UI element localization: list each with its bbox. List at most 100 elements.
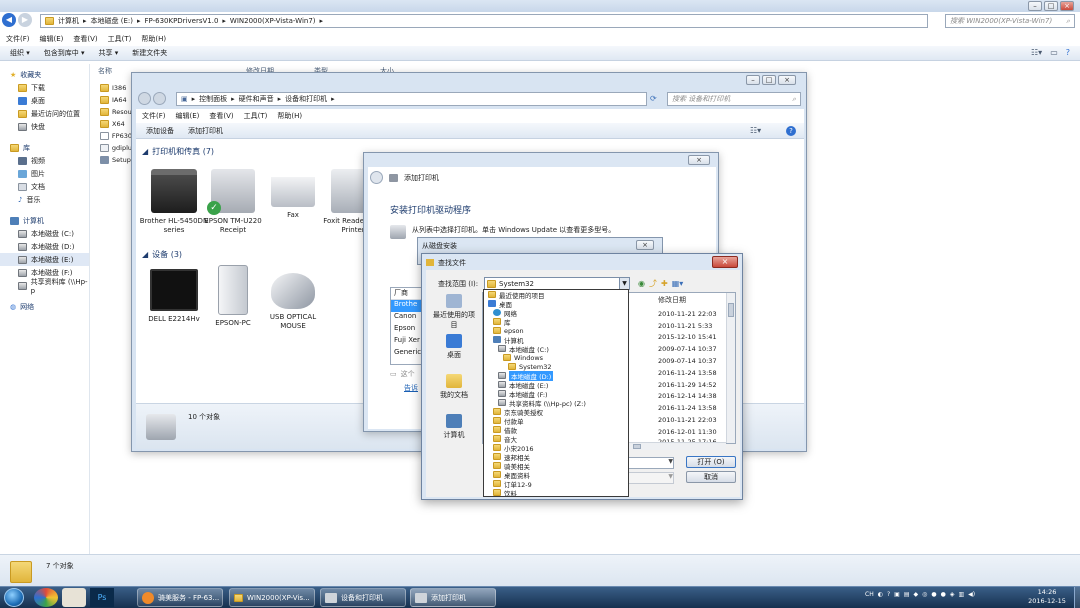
place-my-documents[interactable]: 我的文档 <box>430 374 478 408</box>
help-icon[interactable]: ? <box>887 591 890 598</box>
device-usb-mouse[interactable]: USB OPTICAL MOUSE <box>258 273 328 331</box>
lookin-option[interactable]: Windows <box>484 353 628 362</box>
taskbar-button-2[interactable]: WIN2000(XP-Vis... <box>229 588 315 607</box>
menu-tools[interactable]: 工具(T) <box>108 34 132 44</box>
lookin-option[interactable]: 饮料 <box>484 488 628 496</box>
up-folder-icon[interactable]: ⤴ <box>649 278 657 289</box>
menu-view[interactable]: 查看(V) <box>73 34 97 44</box>
forward-button-icon[interactable]: ▶ <box>18 13 32 27</box>
filename-input[interactable]: ▼ <box>622 457 674 469</box>
nav-drive-c[interactable]: 本地磁盘 (C:) <box>0 227 89 240</box>
menu-file[interactable]: 文件(F) <box>6 34 30 44</box>
devices-address-bar[interactable]: ▣ ▸ 控制面板 ▸ 硬件和声音 ▸ 设备和打印机 ▸ <box>176 92 647 106</box>
new-folder-icon[interactable]: ✚ <box>661 279 668 288</box>
organize-button[interactable]: 组织 ▾ <box>10 48 30 58</box>
back-button-icon[interactable] <box>138 92 151 105</box>
app-icon-camera[interactable] <box>62 588 86 607</box>
breadcrumb-2[interactable]: 本地磁盘 (E:) <box>91 16 133 26</box>
file-row[interactable]: I386 <box>100 82 132 94</box>
tray-icon[interactable]: ◎ <box>922 591 927 598</box>
breadcrumb-1[interactable]: 控制面板 <box>199 94 227 104</box>
taskbar-button-3[interactable]: 设备和打印机 <box>320 588 406 607</box>
close-button[interactable]: × <box>778 75 796 85</box>
lookin-option[interactable]: System32 <box>484 362 628 371</box>
lookin-option[interactable]: 本地磁盘 (D:) <box>484 370 628 381</box>
lookin-option[interactable]: 本地磁盘 (E:) <box>484 380 628 390</box>
tray-icon[interactable]: ● <box>931 591 936 598</box>
nav-downloads[interactable]: 下载 <box>0 81 89 94</box>
nav-favorites[interactable]: ★ 收藏夹 <box>0 68 89 81</box>
include-library-button[interactable]: 包含到库中 ▾ <box>44 48 85 58</box>
place-recent[interactable]: 最近使用的项目 <box>430 294 478 329</box>
maximize-button[interactable]: □ <box>1044 1 1058 11</box>
nav-desktop[interactable]: 桌面 <box>0 94 89 107</box>
network-icon[interactable]: ▥ <box>958 591 964 598</box>
manufacturer-item[interactable]: Epson <box>391 324 421 336</box>
tray-icon[interactable]: ◈ <box>950 591 955 598</box>
breadcrumb-2[interactable]: 硬件和声音 <box>239 94 274 104</box>
nav-drive-e[interactable]: 本地磁盘 (E:) <box>0 253 89 266</box>
language-indicator[interactable]: CH <box>865 591 874 598</box>
manufacturer-item[interactable]: Generic <box>391 348 421 360</box>
why-signing-link[interactable]: 告诉 <box>404 383 418 393</box>
forward-button-icon[interactable] <box>153 92 166 105</box>
filetype-select[interactable]: ▼ <box>622 472 674 484</box>
photoshop-icon[interactable]: Ps <box>90 588 114 607</box>
nav-videos[interactable]: 视频 <box>0 154 89 167</box>
explorer-address-bar[interactable]: 计算机 ▸ 本地磁盘 (E:) ▸ FP-630KPDriversV1.0 ▸ WIN… <box>40 14 928 28</box>
nav-drive-d[interactable]: 本地磁盘 (D:) <box>0 240 89 253</box>
file-row[interactable]: FP630 <box>100 130 132 142</box>
lookin-option[interactable]: 本地磁盘 (C:) <box>484 344 628 354</box>
menu-file[interactable]: 文件(F) <box>142 111 166 121</box>
nav-recent[interactable]: 最近访问的位置 <box>0 107 89 120</box>
back-button-icon[interactable] <box>370 171 383 184</box>
vertical-scrollbar[interactable] <box>726 293 735 443</box>
view-options-icon[interactable]: ☷▾ <box>1031 48 1042 57</box>
minimize-button[interactable]: – <box>746 75 760 85</box>
nav-network-share[interactable]: 共享资料库 (\\Hp-p <box>0 278 89 295</box>
menu-edit[interactable]: 编辑(E) <box>40 34 64 44</box>
preview-pane-icon[interactable]: ▭ <box>1050 48 1058 57</box>
scrollbar-thumb[interactable] <box>728 303 734 317</box>
manufacturer-item[interactable]: Canon <box>391 312 421 324</box>
tray-icon[interactable]: ▤ <box>904 591 910 598</box>
breadcrumb-3[interactable]: 设备和打印机 <box>285 94 327 104</box>
lookin-option[interactable]: 计算机 <box>484 335 628 345</box>
chevron-down-icon[interactable]: ▼ <box>619 278 629 289</box>
tray-icon[interactable]: ● <box>941 591 946 598</box>
menu-tools[interactable]: 工具(T) <box>244 111 268 121</box>
file-row[interactable]: X64 <box>100 118 132 130</box>
taskbar-button-4[interactable]: 添加打印机 <box>410 588 496 607</box>
help-icon[interactable]: ? <box>1066 48 1070 57</box>
add-device-button[interactable]: 添加设备 <box>146 126 174 136</box>
show-desktop-button[interactable] <box>1074 587 1080 608</box>
manufacturer-item[interactable]: Brothe <box>391 300 421 312</box>
nav-kuaipan[interactable]: 快盘 <box>0 120 89 133</box>
file-row[interactable]: Resou <box>100 106 132 118</box>
menu-edit[interactable]: 编辑(E) <box>176 111 200 121</box>
place-computer[interactable]: 计算机 <box>430 414 478 448</box>
nav-libraries[interactable]: 库 <box>0 141 89 154</box>
close-button[interactable]: × <box>636 240 654 250</box>
ime-icon[interactable]: ◐ <box>878 591 883 598</box>
view-options-icon[interactable]: ☷▾ <box>750 126 761 135</box>
start-button[interactable] <box>4 588 24 607</box>
manufacturer-item[interactable]: Fuji Xer <box>391 336 421 348</box>
taskbar-button-1[interactable]: 骑美服务 - FP-63... <box>137 588 223 607</box>
printers-section-header[interactable]: ◢ 打印机和传真 (7) <box>142 146 214 157</box>
column-modified-date[interactable]: 修改日期 <box>658 295 686 305</box>
help-icon[interactable]: ? <box>786 126 796 136</box>
place-desktop[interactable]: 桌面 <box>430 334 478 368</box>
nav-music[interactable]: ♪ 音乐 <box>0 193 89 206</box>
manufacturer-list[interactable]: 厂商 Brothe Canon Epson Fuji Xer Generic <box>390 287 422 365</box>
nav-network[interactable]: ◍ 网络 <box>0 300 89 313</box>
share-button[interactable]: 共享 ▾ <box>99 48 119 58</box>
close-button[interactable]: × <box>688 155 710 165</box>
devices-search-input[interactable]: 搜索 设备和打印机 ⌕ <box>667 92 801 106</box>
breadcrumb-3[interactable]: FP-630KPDriversV1.0 <box>145 17 219 25</box>
back-icon[interactable]: ◉ <box>638 279 645 288</box>
cancel-button[interactable]: 取消 <box>686 471 736 483</box>
close-button[interactable]: × <box>712 256 738 268</box>
breadcrumb-1[interactable]: 计算机 <box>58 16 79 26</box>
nav-pictures[interactable]: 图片 <box>0 167 89 180</box>
